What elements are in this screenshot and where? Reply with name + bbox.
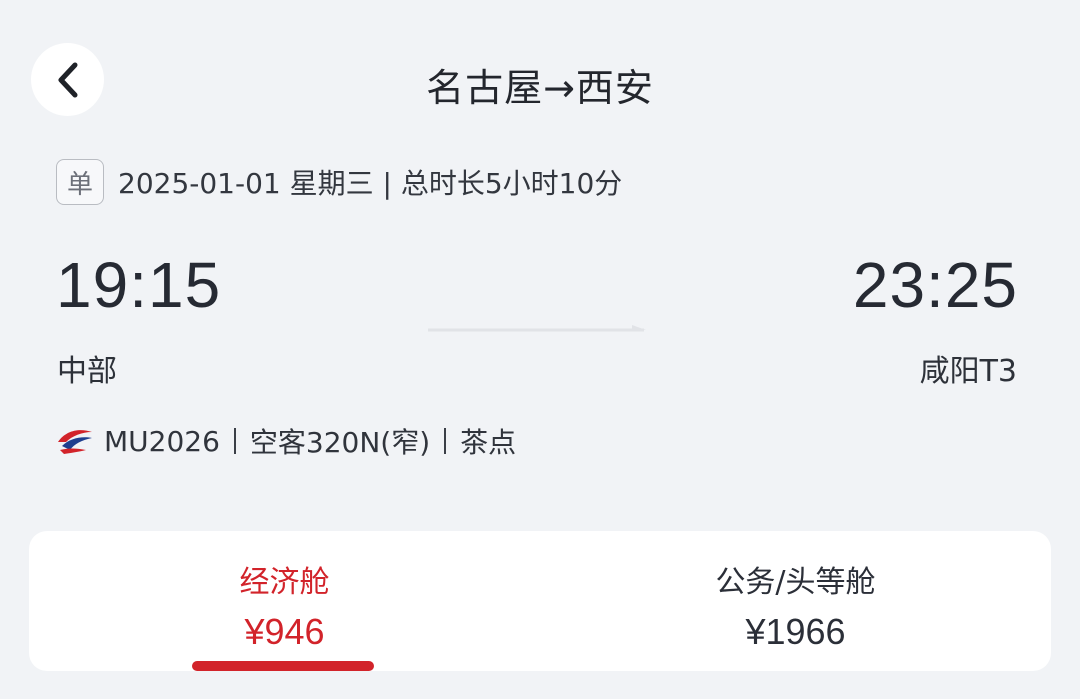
- departure-airport: 中部: [57, 354, 117, 389]
- flight-number: MU2026: [104, 424, 220, 458]
- cabin-price: ¥946: [244, 611, 325, 652]
- trip-summary: 单 2025-01-01 星期三 | 总时长5小时10分: [56, 159, 622, 205]
- flight-info: MU2026 空客320N(窄) 茶点: [56, 421, 516, 461]
- arrival-airport: 咸阳T3: [919, 354, 1017, 389]
- meal-info: 茶点: [460, 426, 517, 459]
- cabin-tabs: 经济舱 ¥946 公务/头等舱 ¥1966: [29, 531, 1051, 671]
- cabin-price: ¥1966: [745, 611, 846, 652]
- china-eastern-logo-icon: [58, 430, 92, 454]
- page-title: 名古屋→西安: [426, 66, 654, 110]
- cabin-name: 经济舱: [239, 565, 330, 600]
- active-tab-indicator: [192, 661, 374, 671]
- date-duration-text: 2025-01-01 星期三 | 总时长5小时10分: [118, 167, 623, 200]
- divider: [444, 428, 447, 454]
- divider: [233, 428, 236, 454]
- tab-business-first[interactable]: 公务/头等舱 ¥1966: [540, 531, 1051, 671]
- one-way-badge: 单: [56, 159, 104, 205]
- aircraft-type: 空客320N(窄): [249, 426, 431, 459]
- tab-economy[interactable]: 经济舱 ¥946: [29, 531, 540, 671]
- route-arrow-icon: [428, 325, 646, 332]
- arrival-time: 23:25: [852, 249, 1018, 321]
- cabin-name: 公务/头等舱: [715, 565, 876, 600]
- flight-detail-page: 名古屋→西安 单 2025-01-01 星期三 | 总时长5小时10分 19:1…: [0, 0, 1080, 699]
- departure-time: 19:15: [56, 249, 222, 321]
